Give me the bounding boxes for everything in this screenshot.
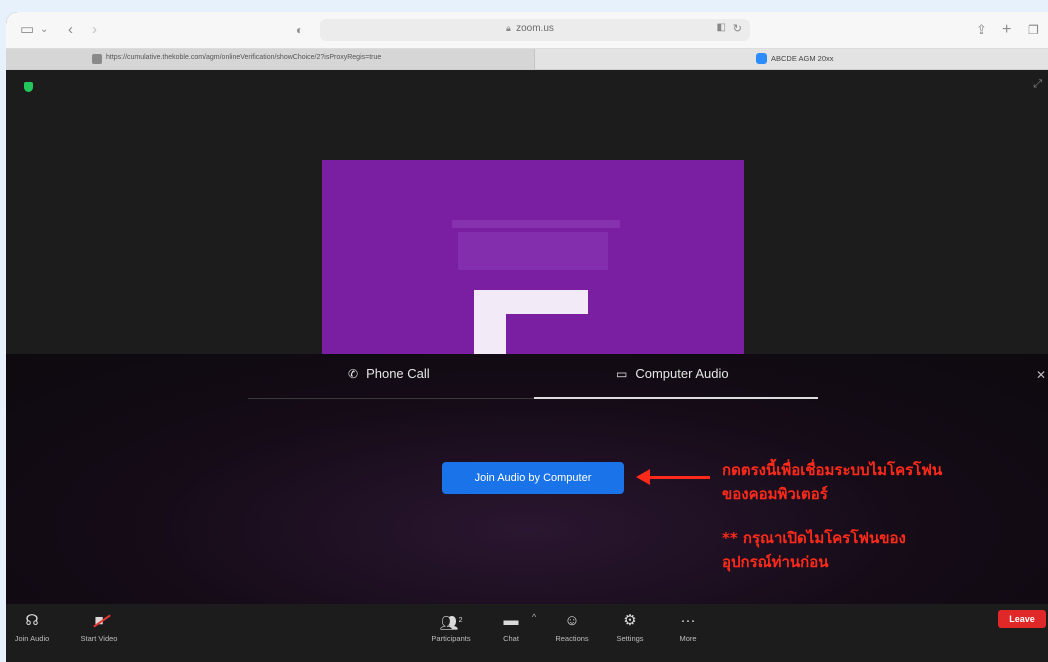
reactions-control[interactable]: ☺ Reactions	[550, 612, 594, 643]
tab-verification[interactable]: https://cumulative.thekoble.com/agm/onli…	[6, 49, 535, 69]
tab-phone-call[interactable]: ✆ Phone Call	[348, 366, 430, 381]
favicon-icon	[92, 54, 102, 64]
blurred-text	[458, 232, 608, 270]
chat-icon: ▬	[503, 612, 519, 629]
fullscreen-icon[interactable]: ⤢	[1033, 78, 1042, 91]
address-bar[interactable]: 🔒︎ zoom.us ◧ ↻	[320, 19, 750, 41]
translate-icon[interactable]: ◧	[717, 22, 726, 33]
back-icon[interactable]: ‹	[68, 21, 73, 39]
phone-icon: ✆	[348, 367, 359, 381]
logo-shape	[474, 290, 588, 314]
blurred-text	[452, 220, 620, 228]
control-label: Join Audio	[14, 634, 50, 643]
headphones-icon: ☊	[25, 612, 39, 629]
participants-icon: 👥︎2	[439, 615, 463, 632]
arrow-line	[642, 476, 710, 479]
sidebar-icon[interactable]: ▭	[20, 21, 34, 39]
leave-button[interactable]: Leave	[998, 610, 1046, 628]
active-tab-indicator	[534, 397, 818, 399]
new-tab-icon[interactable]: +	[1002, 21, 1011, 39]
browser-window: ▭ ⌄ ‹ › ◐ 🔒︎ zoom.us ◧ ↻ ⇪ + ❐ https://c…	[6, 12, 1048, 662]
join-audio-panel: ✆ Phone Call ▭ Computer Audio ✕ Join Audio…	[6, 354, 1048, 604]
shared-screen	[322, 160, 744, 360]
tab-title: ABCDE AGM 20xx	[771, 54, 834, 63]
meeting-area: ⤢ ✆ Phone Call ▭ Computer Audio ✕ Join Aud…	[6, 70, 1048, 662]
security-shield-icon	[24, 82, 33, 92]
tab-computer-audio[interactable]: ▭ Computer Audio	[616, 366, 729, 381]
tab-label: Phone Call	[366, 366, 430, 381]
participants-control[interactable]: 👥︎2 Participants	[426, 612, 476, 643]
chevron-up-icon[interactable]: ^	[532, 612, 536, 622]
annotation-line-4: อุปกรณ์ท่านก่อน	[722, 553, 829, 571]
annotation-line-2: ของคอมพิวเตอร์	[722, 485, 828, 503]
browser-toolbar: ▭ ⌄ ‹ › ◐ 🔒︎ zoom.us ◧ ↻ ⇪ + ❐	[6, 12, 1048, 49]
chevron-down-icon[interactable]: ⌄	[40, 21, 48, 39]
address-url: zoom.us	[516, 23, 554, 34]
control-label: Participants	[431, 634, 471, 643]
annotation-line-3: ** กรุณาเปิดไมโครโฟนของ	[722, 529, 906, 547]
gear-icon: ⚙	[623, 612, 637, 629]
join-audio-by-computer-button[interactable]: Join Audio by Computer	[442, 462, 624, 494]
control-label: Reactions	[555, 634, 589, 643]
share-icon[interactable]: ⇪	[976, 21, 987, 39]
tab-label: Computer Audio	[635, 366, 729, 381]
monitor-icon: ▭	[616, 367, 628, 381]
privacy-shield-icon[interactable]: ◐	[296, 21, 303, 39]
tab-overview-icon[interactable]: ❐	[1028, 21, 1039, 39]
tab-bar: https://cumulative.thekoble.com/agm/onli…	[6, 49, 1048, 70]
control-label: More	[679, 634, 697, 643]
start-video-control[interactable]: ■ Start Video	[78, 612, 120, 643]
chat-control[interactable]: ▬ Chat	[500, 612, 522, 643]
zoom-favicon-icon	[756, 53, 767, 64]
more-icon: ···	[680, 612, 696, 629]
control-label: Settings	[616, 634, 644, 643]
more-control[interactable]: ··· More	[670, 612, 706, 643]
join-audio-control[interactable]: ☊ Join Audio	[12, 612, 52, 643]
control-label: Chat	[503, 634, 519, 643]
reactions-icon: ☺	[564, 612, 580, 629]
forward-icon[interactable]: ›	[92, 21, 97, 39]
video-off-icon: ■	[94, 612, 104, 629]
annotation-line-1: กดตรงนี้เพื่อเชื่อมระบบไมโครโฟน	[722, 461, 943, 479]
settings-control[interactable]: ⚙ Settings	[610, 612, 650, 643]
meeting-controls: ☊ Join Audio ■ Start Video 👥︎2 Participa…	[6, 604, 1048, 662]
tab-title: https://cumulative.thekoble.com/agm/onli…	[106, 54, 382, 61]
close-icon[interactable]: ✕	[1036, 368, 1046, 382]
reload-icon[interactable]: ↻	[733, 22, 742, 35]
control-label: Start Video	[80, 634, 118, 643]
